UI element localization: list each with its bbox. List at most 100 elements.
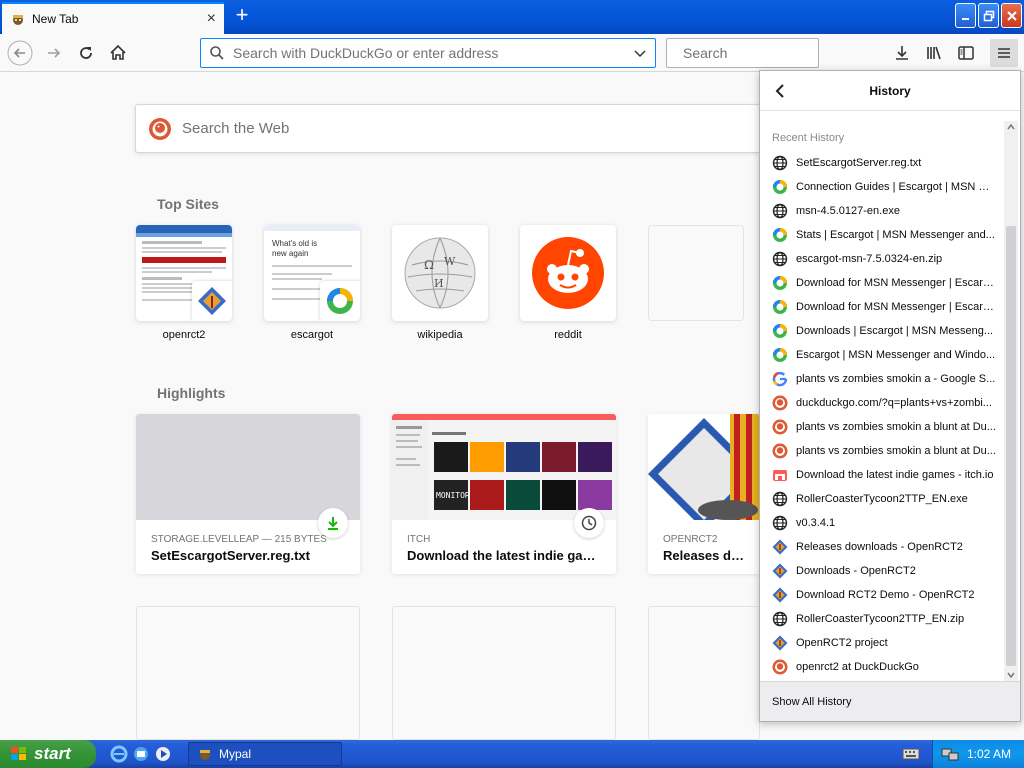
history-item[interactable]: Stats | Escargot | MSN Messenger and... <box>760 223 1004 247</box>
back-arrow-icon <box>7 40 33 66</box>
taskbar: start Mypal 1:02 AM <box>0 740 1024 768</box>
history-item[interactable]: Download for MSN Messenger | Escarg... <box>760 295 1004 319</box>
clock-icon <box>581 515 597 531</box>
reload-icon <box>80 47 92 59</box>
escargot-icon <box>772 227 788 243</box>
scroll-down-icon[interactable] <box>1007 671 1015 679</box>
history-item[interactable]: OpenRCT2 project <box>760 631 1004 655</box>
highlight-card[interactable]: MONITOR ITCH Download the latest indie g… <box>392 414 616 574</box>
address-input[interactable] <box>233 45 633 61</box>
history-item[interactable]: msn-4.5.0127-en.exe <box>760 199 1004 223</box>
menu-button[interactable] <box>990 39 1018 67</box>
tab-new-tab[interactable]: New Tab × <box>2 2 224 34</box>
site-thumbnail <box>136 225 232 321</box>
search-input[interactable] <box>683 45 864 61</box>
highlight-image: MONITOR <box>392 414 616 520</box>
web-search-box[interactable] <box>135 104 775 153</box>
escargot-icon <box>327 288 353 314</box>
history-item[interactable]: Download RCT2 Demo - OpenRCT2 <box>760 583 1004 607</box>
history-item[interactable]: Downloads | Escargot | MSN Messeng... <box>760 319 1004 343</box>
new-tab-button[interactable]: + <box>232 4 252 27</box>
history-scrollbar[interactable] <box>1004 121 1018 681</box>
history-item[interactable]: Connection Guides | Escargot | MSN M... <box>760 175 1004 199</box>
globe-icon <box>772 155 788 171</box>
top-site-openrct2[interactable]: openrct2 <box>136 225 232 341</box>
forward-arrow-icon <box>48 48 61 58</box>
close-tab-icon[interactable]: × <box>207 10 216 28</box>
back-chevron-icon[interactable] <box>772 81 788 101</box>
highlight-card[interactable]: OPENRCT2 Releases downloa <box>648 414 760 574</box>
openrct2-page-preview <box>648 414 760 530</box>
history-item[interactable]: plants vs zombies smokin a blunt at Du..… <box>760 415 1004 439</box>
history-item[interactable]: Download the latest indie games - itch.i… <box>760 463 1004 487</box>
history-item[interactable]: Download for MSN Messenger | Escarg... <box>760 271 1004 295</box>
history-item-title: v0.3.4.1 <box>796 517 836 529</box>
site-label: reddit <box>554 329 582 341</box>
history-item[interactable]: RollerCoasterTycoon2TTP_EN.zip <box>760 607 1004 631</box>
history-item[interactable]: plants vs zombies smokin a blunt at Du..… <box>760 439 1004 463</box>
downloads-button[interactable] <box>888 39 916 67</box>
history-item[interactable]: v0.3.4.1 <box>760 511 1004 535</box>
home-button[interactable] <box>104 39 132 67</box>
sidebar-button[interactable] <box>952 39 980 67</box>
taskbar-item-mypal[interactable]: Mypal <box>188 742 342 766</box>
home-icon <box>110 44 126 60</box>
escargot-icon <box>772 347 788 363</box>
outlook-express-icon[interactable] <box>132 745 150 763</box>
start-button[interactable]: start <box>0 740 96 768</box>
network-icon[interactable] <box>941 746 959 762</box>
close-window-button[interactable] <box>1001 3 1022 28</box>
system-tray: 1:02 AM <box>932 740 1024 768</box>
empty-highlight-slot <box>136 606 360 740</box>
web-search-input[interactable] <box>182 120 774 137</box>
history-item[interactable]: SetEscargotServer.reg.txt <box>760 151 1004 175</box>
scroll-up-icon[interactable] <box>1007 123 1015 131</box>
history-item[interactable]: RollerCoasterTycoon2TTP_EN.exe <box>760 487 1004 511</box>
navigation-toolbar <box>0 34 1024 72</box>
history-item-title: Downloads | Escargot | MSN Messeng... <box>796 325 994 337</box>
history-item[interactable]: Escargot | MSN Messenger and Windo... <box>760 343 1004 367</box>
top-site-escargot[interactable]: What's old is new again escargot <box>264 225 360 341</box>
minimize-button[interactable] <box>955 3 976 28</box>
address-bar[interactable] <box>200 38 656 68</box>
history-item-title: plants vs zombies smokin a blunt at Du..… <box>796 421 996 433</box>
history-item-title: Connection Guides | Escargot | MSN M... <box>796 181 997 193</box>
top-site-reddit[interactable]: reddit <box>520 225 616 341</box>
scrollbar-thumb[interactable] <box>1006 226 1016 666</box>
globe-icon <box>772 203 788 219</box>
search-bar[interactable] <box>666 38 864 68</box>
history-item[interactable]: duckduckgo.com/?q=plants+vs+zombi... <box>760 391 1004 415</box>
reddit-icon <box>532 237 604 309</box>
highlight-source: OPENRCT2 <box>663 534 718 545</box>
sidebar-icon <box>958 46 974 60</box>
history-item[interactable]: Releases downloads - OpenRCT2 <box>760 535 1004 559</box>
taskbar-item-label: Mypal <box>219 747 252 761</box>
history-item-title: OpenRCT2 project <box>796 637 888 649</box>
media-player-icon[interactable] <box>154 745 172 763</box>
history-item-title: msn-4.5.0127-en.exe <box>796 205 900 217</box>
restore-button[interactable] <box>978 3 999 28</box>
empty-highlight-slot <box>648 606 760 740</box>
back-button[interactable] <box>6 39 34 67</box>
chevron-down-icon[interactable] <box>633 46 647 60</box>
history-item[interactable]: plants vs zombies smokin a - Google S... <box>760 367 1004 391</box>
library-button[interactable] <box>920 39 948 67</box>
history-item-title: plants vs zombies smokin a blunt at Du..… <box>796 445 996 457</box>
hamburger-menu-icon <box>998 48 1010 58</box>
highlight-image <box>648 414 760 530</box>
history-item-title: plants vs zombies smokin a - Google S... <box>796 373 996 385</box>
history-item-title: Releases downloads - OpenRCT2 <box>796 541 963 553</box>
history-item[interactable]: Downloads - OpenRCT2 <box>760 559 1004 583</box>
internet-explorer-icon[interactable] <box>110 745 128 763</box>
show-all-history-button[interactable]: Show All History <box>760 681 1020 721</box>
highlight-card[interactable]: STORAGE.LEVELLEAP — 215 BYTES SetEscargo… <box>136 414 360 574</box>
history-item-title: openrct2 at DuckDuckGo <box>796 661 919 673</box>
keyboard-icon[interactable] <box>902 747 920 761</box>
forward-button[interactable] <box>40 39 68 67</box>
reload-button[interactable] <box>72 39 100 67</box>
history-item[interactable]: openrct2 at DuckDuckGo <box>760 655 1004 679</box>
history-item-title: Escargot | MSN Messenger and Windo... <box>796 349 996 361</box>
clock[interactable]: 1:02 AM <box>967 747 1011 761</box>
history-item[interactable]: escargot-msn-7.5.0324-en.zip <box>760 247 1004 271</box>
top-site-wikipedia[interactable]: Ω W И wikipedia <box>392 225 488 341</box>
